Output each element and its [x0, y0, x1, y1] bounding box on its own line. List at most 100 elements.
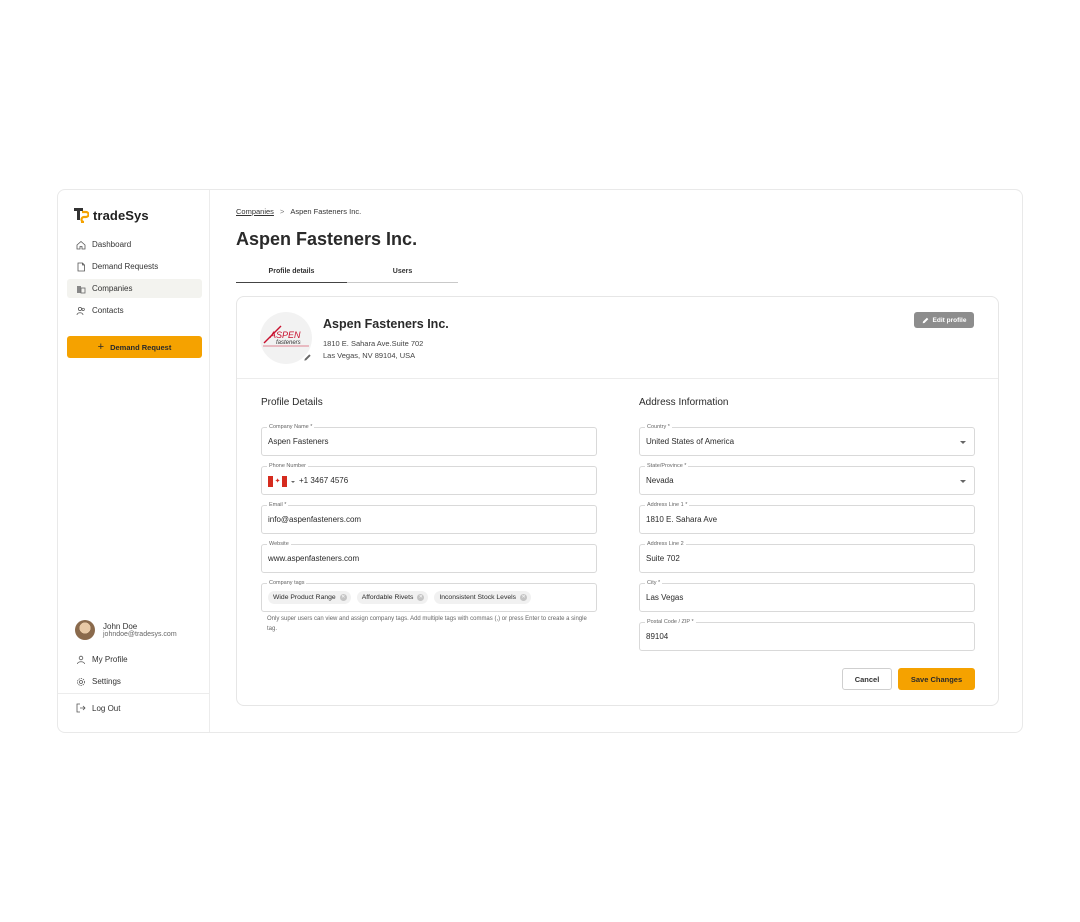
sidebar-item-label: Companies	[92, 284, 133, 293]
sidebar-item-dashboard[interactable]: Dashboard	[67, 235, 202, 254]
remove-tag-icon[interactable]: ✕	[339, 594, 347, 601]
edit-profile-label: Edit profile	[932, 316, 967, 324]
chevron-down-icon[interactable]	[291, 481, 295, 483]
sidebar-item-label: My Profile	[92, 655, 128, 664]
tag-list: Wide Product Range ✕ Affordable Rivets ✕…	[268, 591, 532, 604]
field-label: Website	[267, 540, 291, 549]
sidebar-item-companies[interactable]: Companies	[67, 279, 202, 298]
tab-bar: Profile details Users	[236, 263, 458, 283]
field-label: Company tags	[267, 579, 307, 588]
page-title: Aspen Fasteners Inc.	[236, 229, 418, 249]
company-tags-field[interactable]: Company tags Wide Product Range ✕ Afford…	[261, 579, 597, 612]
breadcrumb-separator: >	[279, 207, 285, 216]
company-name: Aspen Fasteners Inc.	[323, 317, 449, 331]
tab-profile-details[interactable]: Profile details	[236, 263, 347, 283]
sidebar-divider	[58, 693, 210, 694]
state-select[interactable]: State/Province * Nevada	[639, 462, 975, 495]
sidebar-item-settings[interactable]: Settings	[67, 672, 202, 691]
gear-icon	[77, 677, 85, 686]
remove-tag-icon[interactable]: ✕	[520, 594, 528, 601]
field-label: Address Line 1 *	[645, 501, 690, 510]
breadcrumb-companies-link[interactable]: Companies	[236, 207, 274, 216]
company-name-field[interactable]: Company Name * Aspen Fasteners	[261, 423, 597, 456]
main-content: Companies > Aspen Fasteners Inc. Aspen F…	[210, 190, 1022, 732]
city-field[interactable]: City * Las Vegas	[639, 579, 975, 612]
logout-button[interactable]: Log Out	[76, 703, 120, 713]
cancel-button[interactable]: Cancel	[842, 668, 892, 690]
user-card[interactable]: John Doe johndoe@tradesys.com	[75, 620, 177, 640]
tag-label: Inconsistent Stock Levels	[439, 594, 517, 601]
avatar	[75, 620, 95, 640]
company-address-line1: 1810 E. Sahara Ave.Suite 702	[323, 339, 424, 348]
field-value: Las Vegas	[646, 593, 684, 602]
user-name: John Doe	[103, 622, 138, 631]
field-value: www.aspenfasteners.com	[268, 554, 360, 563]
company-profile-card: ASPEN fasteners Aspen Fasteners Inc. 181…	[236, 296, 999, 706]
sidebar-item-demand-requests[interactable]: Demand Requests	[67, 257, 202, 276]
edit-logo-pencil-icon[interactable]	[303, 353, 312, 362]
users-icon	[76, 306, 85, 315]
field-label: Email *	[267, 501, 289, 510]
field-label: Phone Number	[267, 462, 308, 471]
company-header: ASPEN fasteners Aspen Fasteners Inc. 181…	[237, 297, 998, 379]
demand-button-label: Demand Request	[110, 342, 172, 352]
field-label: Address Line 2	[645, 540, 686, 549]
breadcrumb-current: Aspen Fasteners Inc.	[290, 207, 362, 216]
remove-tag-icon[interactable]: ✕	[417, 594, 425, 601]
field-value: United States of America	[646, 437, 735, 446]
document-icon	[77, 262, 85, 271]
field-value: Suite 702	[646, 554, 680, 563]
main-nav: Dashboard Demand Requests Companies Cont…	[67, 235, 202, 323]
field-label: Company Name *	[267, 423, 315, 432]
sidebar-item-contacts[interactable]: Contacts	[67, 301, 202, 320]
field-label: Postal Code / ZIP *	[645, 618, 696, 627]
tag-chip[interactable]: Affordable Rivets ✕	[356, 591, 429, 604]
tag-label: Affordable Rivets	[361, 594, 414, 601]
address-line1-field[interactable]: Address Line 1 * 1810 E. Sahara Ave	[639, 501, 975, 534]
website-field[interactable]: Website www.aspenfasteners.com	[261, 540, 597, 573]
logout-label: Log Out	[92, 703, 121, 713]
sidebar-item-my-profile[interactable]: My Profile	[67, 650, 202, 669]
tag-label: Wide Product Range	[273, 594, 336, 601]
field-value: 89104	[646, 632, 669, 641]
bottom-nav: My Profile Settings	[67, 650, 202, 694]
logo[interactable]: tradeSys	[73, 207, 149, 223]
building-icon	[77, 285, 86, 293]
pencil-icon	[922, 317, 928, 323]
save-changes-button[interactable]: Save Changes	[898, 668, 975, 690]
tag-chip[interactable]: Wide Product Range ✕	[268, 591, 351, 604]
field-value: +1 3467 4576	[299, 476, 349, 485]
field-label: City *	[645, 579, 663, 588]
postal-code-field[interactable]: Postal Code / ZIP * 89104	[639, 618, 975, 651]
plus-icon: +	[97, 340, 105, 353]
email-field[interactable]: Email * info@aspenfasteners.com	[261, 501, 597, 534]
logout-icon	[76, 703, 86, 713]
company-address: 1810 E. Sahara Ave.Suite 702 Las Vegas, …	[323, 338, 423, 362]
address-information-title: Address Information	[639, 397, 729, 408]
profile-details-title: Profile Details	[261, 397, 323, 408]
sidebar-item-label: Demand Requests	[92, 262, 159, 271]
chevron-down-icon	[960, 480, 966, 483]
breadcrumb: Companies > Aspen Fasteners Inc.	[236, 207, 361, 216]
user-email: johndoe@tradesys.com	[103, 631, 177, 638]
chevron-down-icon	[960, 441, 966, 444]
new-demand-request-button[interactable]: + Demand Request	[67, 336, 202, 358]
home-icon	[76, 240, 86, 249]
field-label: State/Province *	[645, 462, 689, 471]
field-value: Aspen Fasteners	[268, 437, 329, 446]
company-address-line2: Las Vegas, NV 89104, USA	[323, 351, 416, 360]
canada-flag-icon[interactable]: ✦	[268, 476, 287, 487]
tab-users[interactable]: Users	[347, 263, 458, 283]
field-label: Country *	[645, 423, 672, 432]
user-icon	[77, 655, 85, 664]
tag-chip[interactable]: Inconsistent Stock Levels ✕	[434, 591, 532, 604]
edit-profile-button[interactable]: Edit profile	[914, 312, 974, 328]
sidebar-item-label: Contacts	[92, 306, 124, 315]
address-line2-field[interactable]: Address Line 2 Suite 702	[639, 540, 975, 573]
app-window: tradeSys Dashboard Demand Requests Compa…	[57, 189, 1023, 733]
phone-number-field[interactable]: Phone Number ✦ +1 3467 4576	[261, 462, 597, 495]
field-value: info@aspenfasteners.com	[268, 515, 362, 524]
tradesys-logo-icon	[74, 208, 89, 223]
sidebar-item-label: Settings	[92, 677, 121, 686]
country-select[interactable]: Country * United States of America	[639, 423, 975, 456]
